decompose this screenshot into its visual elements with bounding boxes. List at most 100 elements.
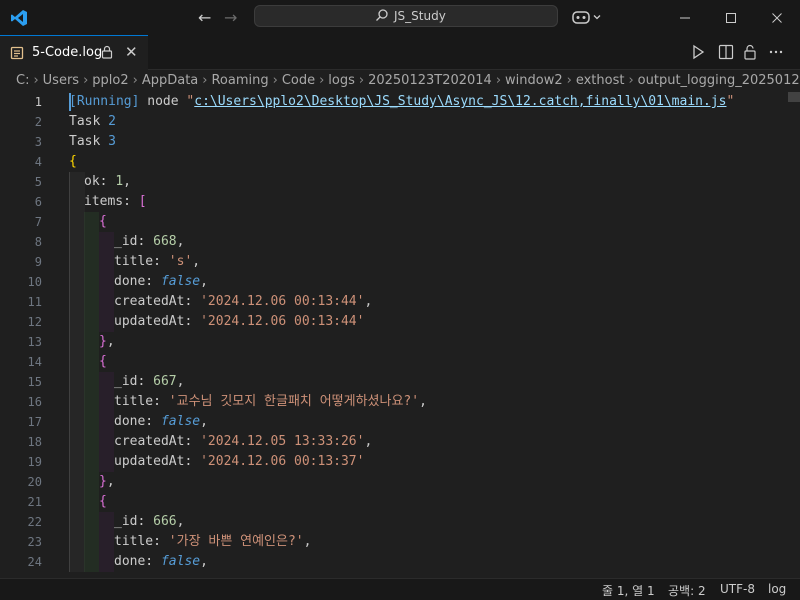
copilot-menu[interactable]: [572, 9, 602, 25]
property-key: createdAt:: [114, 434, 201, 449]
line-content: title: '가장 바쁜 연예인은?',: [114, 532, 311, 552]
unlock-icon[interactable]: [743, 44, 757, 60]
line-content: },: [99, 472, 115, 492]
code-line[interactable]: 14 {: [0, 352, 790, 372]
more-actions-icon[interactable]: [768, 44, 784, 60]
line-content: updatedAt: '2024.12.06 00:13:44': [114, 312, 364, 332]
run-icon[interactable]: [691, 44, 705, 60]
number-value: 667: [153, 374, 177, 389]
property-key: createdAt:: [114, 294, 201, 309]
number-value: 666: [153, 514, 177, 529]
line-content: done: false,: [114, 552, 208, 572]
string-value: '2024.12.05 13:33:26': [200, 434, 365, 449]
code-line[interactable]: 11 createdAt: '2024.12.06 00:13:44',: [0, 292, 790, 312]
code-line[interactable]: 10 done: false,: [0, 272, 790, 292]
code-line[interactable]: 23 title: '가장 바쁜 연예인은?',: [0, 532, 790, 552]
code-line[interactable]: 22 _id: 666,: [0, 512, 790, 532]
code-line[interactable]: 15 _id: 667,: [0, 372, 790, 392]
punctuation: ,: [123, 174, 131, 189]
chevron-right-icon: ›: [202, 73, 208, 88]
punctuation: ,: [364, 294, 373, 309]
line-number: 17: [27, 415, 42, 429]
line-content: {: [99, 492, 107, 512]
running-tag: [Running]: [69, 94, 140, 109]
line-number: 22: [27, 515, 42, 529]
code-line[interactable]: 4{: [0, 152, 790, 172]
line-number: 20: [27, 475, 42, 489]
minimize-icon: [680, 17, 690, 18]
line-content: title: '교수님 깃모지 한글패치 어떻게하셨나요?',: [114, 392, 427, 412]
punctuation: ,: [200, 554, 208, 569]
breadcrumb-item[interactable]: AppData: [142, 73, 198, 88]
tab-5-code-log[interactable]: 5-Code.log ✕: [0, 35, 148, 70]
line-content: updatedAt: '2024.12.06 00:13:37': [114, 452, 364, 472]
breadcrumb-item[interactable]: output_logging_20250123T202029: [638, 73, 800, 88]
code-line[interactable]: 9 title: 's',: [0, 252, 790, 272]
line-number: 21: [27, 495, 42, 509]
breadcrumb-item[interactable]: window2: [505, 73, 563, 88]
line-content: title: 's',: [114, 252, 200, 272]
arrow-left-icon[interactable]: ←: [198, 8, 211, 27]
line-content: [Running] node "c:\Users\pplo2\Desktop\J…: [69, 92, 734, 112]
breadcrumb-items: C: › Users › pplo2 › AppData › Roaming › Code › logs…: [16, 73, 800, 88]
code-line[interactable]: 1 [Running] node "c:\Users\pplo2\Desktop\…: [0, 92, 790, 112]
code-line[interactable]: 24 done: false,: [0, 552, 790, 572]
chevron-right-icon: ›: [319, 73, 325, 88]
chevron-right-icon: ›: [495, 73, 502, 88]
minimize-button[interactable]: [662, 0, 708, 35]
cursor-position[interactable]: 줄 1, 열 1: [602, 582, 655, 599]
command-center-search[interactable]: JS_Study: [254, 5, 558, 27]
close-window-button[interactable]: [754, 0, 800, 35]
punctuation: ,: [176, 374, 185, 389]
code-line[interactable]: 21 {: [0, 492, 790, 512]
tab-close-icon[interactable]: ✕: [125, 43, 138, 61]
breadcrumb-item[interactable]: exthost: [576, 73, 625, 88]
line-content: _id: 668,: [114, 232, 184, 252]
split-editor-icon[interactable]: [718, 44, 734, 60]
line-content: {: [69, 152, 77, 172]
code-line[interactable]: 19 updatedAt: '2024.12.06 00:13:37': [0, 452, 790, 472]
code-line[interactable]: 18 createdAt: '2024.12.05 13:33:26',: [0, 432, 790, 452]
code-line[interactable]: 16 title: '교수님 깃모지 한글패치 어떻게하셨나요?',: [0, 392, 790, 412]
code-line[interactable]: 2 Task 2: [0, 112, 790, 132]
code-line[interactable]: 8 _id: 668,: [0, 232, 790, 252]
vscode-logo-icon[interactable]: [10, 9, 28, 27]
bracket: {: [99, 214, 107, 229]
code-line[interactable]: 13},: [0, 332, 790, 352]
editor-area[interactable]: 1 [Running] node "c:\Users\pplo2\Desktop\…: [0, 92, 800, 578]
language-mode[interactable]: log: [768, 582, 786, 596]
string-value: '2024.12.06 00:13:37': [200, 454, 365, 469]
code-line[interactable]: 7{: [0, 212, 790, 232]
line-content: _id: 667,: [114, 372, 184, 392]
boolean-value: false: [160, 554, 201, 569]
breadcrumb-item[interactable]: C:: [16, 73, 29, 88]
breadcrumb-item[interactable]: Code: [282, 73, 315, 88]
breadcrumb-item[interactable]: Roaming: [211, 73, 268, 88]
arrow-right-icon[interactable]: →: [224, 8, 237, 27]
breadcrumb-item[interactable]: pplo2: [92, 73, 128, 88]
code-line[interactable]: 17 done: false,: [0, 412, 790, 432]
punctuation: ,: [200, 274, 208, 289]
string-value: 's': [168, 254, 193, 269]
maximize-button[interactable]: [708, 0, 754, 35]
status-bar: 줄 1, 열 1 공백: 2 UTF-8 log: [0, 578, 800, 600]
command-text: node: [139, 94, 187, 109]
breadcrumb-item[interactable]: logs: [328, 73, 355, 88]
line-number: 14: [27, 355, 42, 369]
encoding[interactable]: UTF-8: [720, 582, 755, 596]
property-key: title:: [114, 394, 169, 409]
breadcrumb-item[interactable]: Users: [43, 73, 79, 88]
code-line[interactable]: 3 Task 3: [0, 132, 790, 152]
line-content: done: false,: [114, 272, 208, 292]
code-line[interactable]: 5 ok: 1,: [0, 172, 790, 192]
code-line[interactable]: 20},: [0, 472, 790, 492]
code-line[interactable]: 6 items: [: [0, 192, 790, 212]
chevron-right-icon: ›: [33, 73, 39, 88]
punctuation: ,: [200, 414, 208, 429]
property-key: done:: [114, 554, 161, 569]
line-number: 18: [27, 435, 42, 449]
code-line[interactable]: 12 updatedAt: '2024.12.06 00:13:44': [0, 312, 790, 332]
breadcrumb-item[interactable]: 20250123T202014: [368, 73, 492, 88]
line-number: 3: [34, 135, 42, 149]
indentation[interactable]: 공백: 2: [668, 582, 706, 599]
